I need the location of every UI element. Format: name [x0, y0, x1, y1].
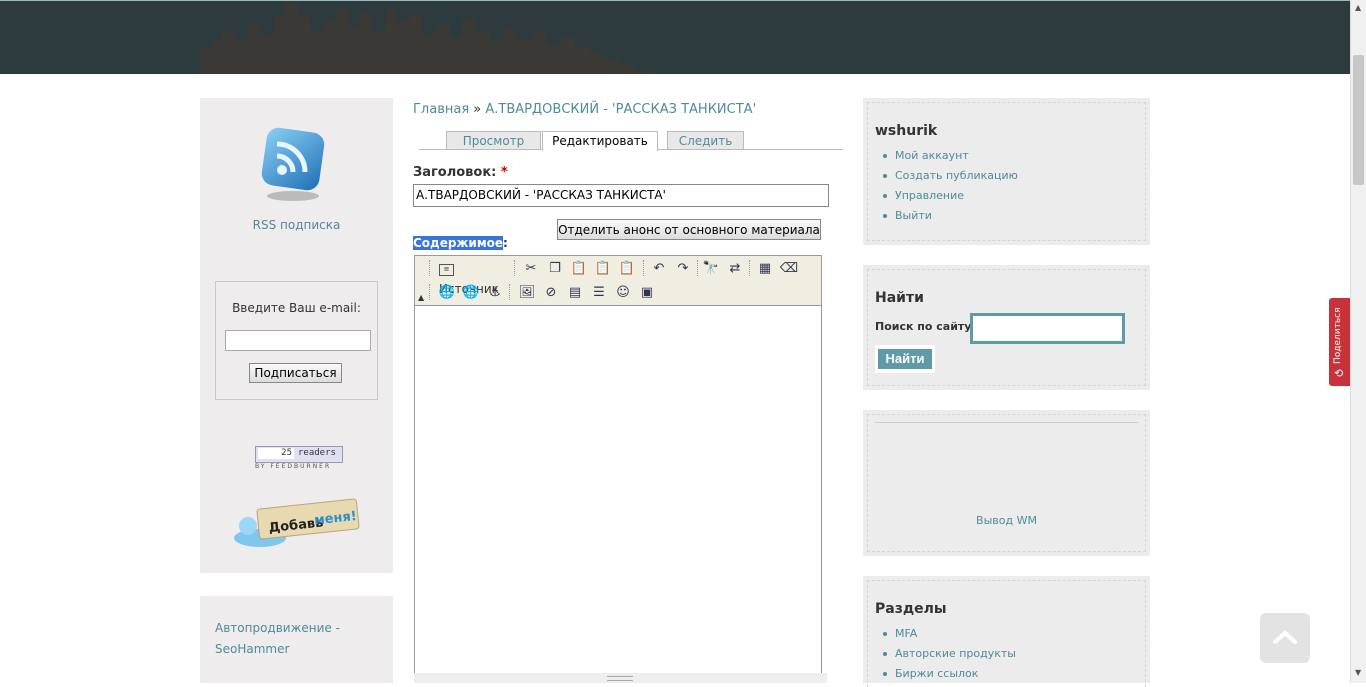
- remove-format-icon[interactable]: ⌫: [779, 259, 799, 279]
- share-label: Поделиться: [1333, 307, 1343, 364]
- horizontal-rule-icon[interactable]: ☰: [589, 283, 609, 303]
- title-label-text: Заголовок:: [413, 165, 497, 180]
- find-icon[interactable]: 🔭: [701, 259, 721, 279]
- editor-resize-handle[interactable]: [414, 673, 827, 683]
- rich-text-editor: ≡Источник ✂ ❐ 📋 📋 📋 ↶ ↷ 🔭 ⇄ ▦ ⌫ 🌐 🌐 ⚓ 🖼: [414, 255, 822, 674]
- search-button-label: Найти: [878, 349, 932, 369]
- city-skyline-banner: [200, 3, 650, 74]
- node-tabs: Просмотр Редактировать Следить: [419, 130, 843, 151]
- wm-link[interactable]: Вывод WM: [863, 514, 1150, 527]
- editor-toolbar: ≡Источник ✂ ❐ 📋 📋 📋 ↶ ↷ 🔭 ⇄ ▦ ⌫ 🌐 🌐 ⚓ 🖼: [415, 256, 821, 306]
- email-field[interactable]: [225, 330, 371, 351]
- unlink-icon[interactable]: 🌐: [461, 283, 481, 303]
- breadcrumb: Главная » А.ТВАРДОВСКИЙ - 'РАССКАЗ ТАНКИ…: [413, 102, 756, 117]
- email-subscribe-box: Введите Ваш e-mail: Подписаться: [215, 281, 378, 400]
- content-label-text: Содержимое: [413, 236, 504, 250]
- my-account-link[interactable]: Мой аккаунт: [883, 148, 1018, 168]
- title-field[interactable]: [413, 184, 829, 207]
- cut-icon[interactable]: ✂: [521, 259, 541, 279]
- tab-follow[interactable]: Следить: [667, 131, 744, 149]
- breadcrumb-current[interactable]: А.ТВАРДОВСКИЙ - 'РАССКАЗ ТАНКИСТА': [485, 102, 756, 117]
- search-button[interactable]: Найти: [875, 345, 935, 373]
- replace-icon[interactable]: ⇄: [725, 259, 745, 279]
- search-label: Поиск по сайту:: [875, 320, 976, 333]
- copy-icon[interactable]: ❐: [545, 259, 565, 279]
- user-title: wshurik: [875, 123, 938, 139]
- sections-title: Разделы: [875, 601, 947, 617]
- anchor-icon[interactable]: ⚓: [485, 283, 505, 303]
- search-title: Найти: [875, 290, 924, 306]
- section-link-exchanges[interactable]: Биржи ссылок: [883, 666, 1016, 686]
- share-icon: ⟲: [1334, 367, 1344, 380]
- seohammer-link[interactable]: Автопродвижение - SeoHammer: [215, 618, 365, 660]
- feedburner-counter[interactable]: 25 readers: [255, 446, 343, 463]
- breadcrumb-home[interactable]: Главная: [413, 102, 469, 117]
- search-input[interactable]: [970, 313, 1125, 344]
- paste-icon[interactable]: 📋: [569, 259, 589, 279]
- undo-icon[interactable]: ↶: [649, 259, 669, 279]
- chevron-up-icon: [1273, 630, 1297, 644]
- wm-block: Вывод WM: [863, 410, 1150, 556]
- flash-icon[interactable]: ⊘: [541, 283, 561, 303]
- source-button[interactable]: ≡Источник: [439, 259, 499, 296]
- smiley-icon[interactable]: ☺: [613, 283, 633, 303]
- feedburner-byline: BY FEEDBURNER: [255, 463, 332, 470]
- grip-icon: [607, 676, 633, 681]
- left-sidebar-block-2: Автопродвижение - SeoHammer: [200, 596, 393, 683]
- user-menu-block: wshurik Мой аккаунт Создать публикацию У…: [863, 98, 1150, 245]
- rss-subscribe-link[interactable]: RSS подписка: [200, 218, 393, 232]
- required-mark: *: [500, 165, 508, 180]
- link-icon[interactable]: 🌐: [437, 283, 457, 303]
- table-icon[interactable]: ▤: [565, 283, 585, 303]
- tab-view[interactable]: Просмотр: [446, 131, 541, 149]
- scroll-thumb[interactable]: [1353, 55, 1364, 185]
- logout-link[interactable]: Выйти: [883, 208, 1018, 228]
- rss-icon[interactable]: [260, 124, 326, 204]
- split-summary-button[interactable]: Отделить анонс от основного материала: [557, 219, 821, 240]
- admin-link[interactable]: Управление: [883, 188, 1018, 208]
- breadcrumb-separator: »: [473, 102, 482, 117]
- paste-word-icon[interactable]: 📋: [617, 259, 637, 279]
- sections-block: Разделы MFA Авторские продукты Биржи ссы…: [863, 576, 1150, 687]
- page-scrollbar[interactable]: ▲ ▼: [1350, 0, 1366, 683]
- paste-text-icon[interactable]: 📋: [593, 259, 613, 279]
- collapse-toolbar-icon[interactable]: ▲: [418, 293, 424, 302]
- feedburner-readers-label: readers: [298, 448, 336, 458]
- source-icon: ≡: [439, 263, 454, 276]
- feedburner-count: 25: [258, 448, 294, 459]
- site-header: [0, 0, 1350, 74]
- content-label-colon: :: [503, 236, 508, 250]
- left-sidebar-block: RSS подписка Введите Ваш e-mail: Подписа…: [200, 98, 393, 573]
- scroll-down-icon[interactable]: ▼: [1355, 668, 1361, 677]
- section-mfa[interactable]: MFA: [883, 626, 1016, 646]
- search-block: Найти Поиск по сайту: Найти: [863, 265, 1150, 390]
- email-label: Введите Ваш e-mail:: [232, 301, 361, 315]
- back-to-top-button[interactable]: [1260, 613, 1310, 663]
- user-links: Мой аккаунт Создать публикацию Управлени…: [883, 148, 1018, 228]
- add-me-badge[interactable]: Добавь меня!: [230, 498, 362, 553]
- editor-content-area[interactable]: [415, 306, 821, 673]
- image-icon[interactable]: 🖼: [517, 283, 537, 303]
- tab-edit[interactable]: Редактировать: [542, 131, 658, 151]
- select-all-icon[interactable]: ▦: [755, 259, 775, 279]
- share-widget[interactable]: Поделиться ⟲: [1329, 298, 1350, 386]
- redo-icon[interactable]: ↷: [673, 259, 693, 279]
- title-label: Заголовок: *: [413, 165, 508, 180]
- divider: [875, 422, 1138, 423]
- content-label: Содержимое:: [413, 236, 508, 250]
- scroll-up-icon[interactable]: ▲: [1355, 3, 1361, 12]
- special-char-icon[interactable]: ▣: [637, 283, 657, 303]
- section-author-products[interactable]: Авторские продукты: [883, 646, 1016, 666]
- create-post-link[interactable]: Создать публикацию: [883, 168, 1018, 188]
- section-links: MFA Авторские продукты Биржи ссылок: [883, 626, 1016, 686]
- subscribe-button[interactable]: Подписаться: [249, 363, 342, 383]
